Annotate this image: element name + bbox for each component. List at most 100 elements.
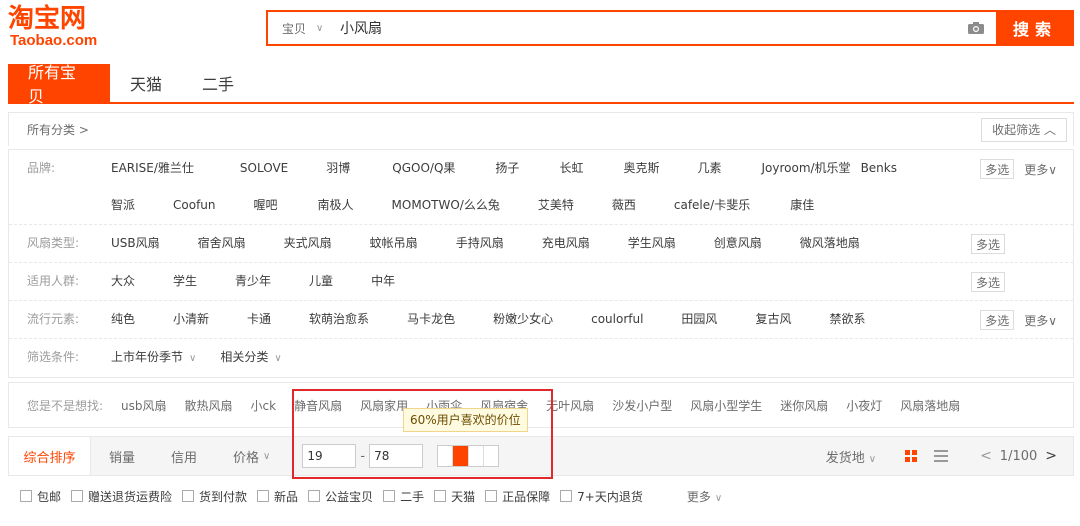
tab-tmall[interactable]: 天猫 [110,64,182,102]
filter-value[interactable]: 马卡龙色 [407,301,455,338]
filter-value[interactable]: 蚊帐吊扇 [370,225,418,262]
checkbox-7day-return[interactable]: 7+天内退货 [560,488,643,505]
checkbox-secondhand[interactable]: 二手 [383,488,424,505]
sort-sales[interactable]: 销量 [91,437,153,475]
tab-secondhand[interactable]: 二手 [182,64,254,102]
filter-value[interactable]: 卡通 [247,301,271,338]
checkbox[interactable] [20,490,32,502]
multi-select-button[interactable]: 多选 [970,272,1005,292]
filter-value[interactable]: 中年 [371,263,395,300]
checkbox[interactable] [71,490,84,502]
suggestion-link[interactable]: usb风扇 [121,397,166,414]
search-type-label: 宝贝 [282,21,307,36]
more-services-dropdown[interactable]: 更多 ∨ [687,488,722,505]
sort-default[interactable]: 综合排序 [9,437,91,475]
filter-value[interactable]: 微风落地扇 [800,225,860,262]
more-button[interactable]: 更多∨ [1024,312,1057,329]
suggestion-link[interactable]: 小ck [251,397,277,414]
checkbox[interactable] [383,490,396,502]
suggestion-link[interactable]: 小夜灯 [846,397,882,414]
checkbox[interactable] [308,490,321,502]
filter-value[interactable]: 宿舍风扇 [198,225,246,262]
filter-value[interactable]: 几素 [697,150,721,187]
suggestion-link[interactable]: 无叶风扇 [546,397,594,414]
filter-value[interactable]: 复古风 [755,301,791,338]
filter-value[interactable]: 充电风扇 [542,225,590,262]
multi-select-button[interactable]: 多选 [970,234,1005,254]
search-type-select[interactable]: 宝贝 ∨ [268,12,336,44]
all-categories-link[interactable]: 所有分类 > [27,121,89,138]
filter-value[interactable]: 喔吧 [254,187,278,224]
grid-view-icon[interactable] [896,437,926,475]
checkbox[interactable] [434,490,447,502]
filter-value[interactable]: 粉嫩少女心 [493,301,553,338]
checkbox-return-insurance[interactable]: 赠送退货运费险 [71,488,172,505]
filter-value[interactable]: 手持风扇 [456,225,504,262]
filter-value[interactable]: 创意风扇 [714,225,762,262]
collapse-filters-button[interactable]: 收起筛选 ︿ [981,117,1067,142]
tab-all[interactable]: 所有宝贝 [8,63,110,106]
filter-value[interactable]: SOLOVE [240,150,288,187]
checkbox[interactable] [257,490,270,502]
suggestion-link[interactable]: 迷你风扇 [780,397,828,414]
checkbox-free-shipping[interactable]: 包邮 [20,488,61,505]
next-page-icon[interactable]: > [1037,448,1065,464]
suggestion-link[interactable]: 散热风扇 [185,397,233,414]
suggestion-link[interactable]: 沙发小户型 [612,397,672,414]
season-dropdown[interactable]: 上市年份季节 ∨ [111,339,196,377]
filter-value[interactable]: 学生风扇 [628,225,676,262]
filter-value[interactable]: coulorful [591,301,643,338]
checkbox-charity[interactable]: 公益宝贝 [308,488,373,505]
related-category-dropdown[interactable]: 相关分类 ∨ [220,339,281,377]
filter-value[interactable]: 薇西 [612,187,636,224]
filter-value[interactable]: 奥克斯 [623,150,659,187]
list-view-icon[interactable] [926,437,956,475]
filter-value[interactable]: 艾美特 [538,187,574,224]
filter-value[interactable]: MOMOTWO/么么兔 [392,187,500,224]
filter-value[interactable]: Joyroom/机乐堂 [761,150,850,187]
suggestion-link[interactable]: 风扇落地扇 [900,397,960,414]
filter-value[interactable]: USB风扇 [111,225,160,262]
filter-value[interactable]: Coofun [173,187,216,224]
checkbox[interactable] [485,490,498,502]
checkbox-new[interactable]: 新品 [257,488,298,505]
filter-value[interactable]: 小清新 [173,301,209,338]
search-button[interactable]: 搜索 [996,10,1074,46]
filter-value[interactable]: 智派 [111,187,135,224]
filter-value[interactable]: cafele/卡斐乐 [674,187,750,224]
camera-icon[interactable] [956,12,996,44]
filter-value[interactable]: Benks [861,150,897,187]
ship-from-dropdown[interactable]: 发货地 ∨ [826,447,876,466]
checkbox-tmall[interactable]: 天猫 [434,488,475,505]
multi-select-button[interactable]: 多选 [980,310,1015,330]
filter-value[interactable]: 康佳 [790,187,814,224]
filter-value[interactable]: EARISE/雅兰仕 [111,150,194,187]
filter-value[interactable]: 南极人 [318,187,354,224]
checkbox-genuine[interactable]: 正品保障 [485,488,550,505]
filter-value[interactable]: 软萌治愈系 [309,301,369,338]
chevron-down-icon: ∨ [189,353,197,364]
suggestion-link[interactable]: 风扇小型学生 [690,397,762,414]
filter-value[interactable]: 夹式风扇 [284,225,332,262]
sort-price[interactable]: 价格 ∨ [215,437,288,475]
filter-value[interactable]: 青少年 [235,263,271,300]
checkbox[interactable] [560,490,573,502]
filter-value[interactable]: 禁欲系 [829,301,865,338]
multi-select-button[interactable]: 多选 [980,159,1015,179]
filter-value[interactable]: 大众 [111,263,135,300]
filter-value[interactable]: 田园风 [681,301,717,338]
filter-value[interactable]: 儿童 [309,263,333,300]
taobao-logo[interactable]: 淘宝网 Taobao.com [8,4,120,52]
prev-page-icon[interactable]: < [972,448,1000,464]
filter-value[interactable]: 学生 [173,263,197,300]
filter-value[interactable]: QGOO/Q果 [392,150,455,187]
sort-credit[interactable]: 信用 [153,437,215,475]
search-input[interactable] [336,12,956,44]
filter-value[interactable]: 扬子 [495,150,519,187]
checkbox-cod[interactable]: 货到付款 [182,488,247,505]
filter-value[interactable]: 长虹 [559,150,583,187]
checkbox[interactable] [182,490,195,502]
filter-value[interactable]: 纯色 [111,301,135,338]
filter-value[interactable]: 羽博 [326,150,350,187]
more-button[interactable]: 更多∨ [1024,161,1057,178]
